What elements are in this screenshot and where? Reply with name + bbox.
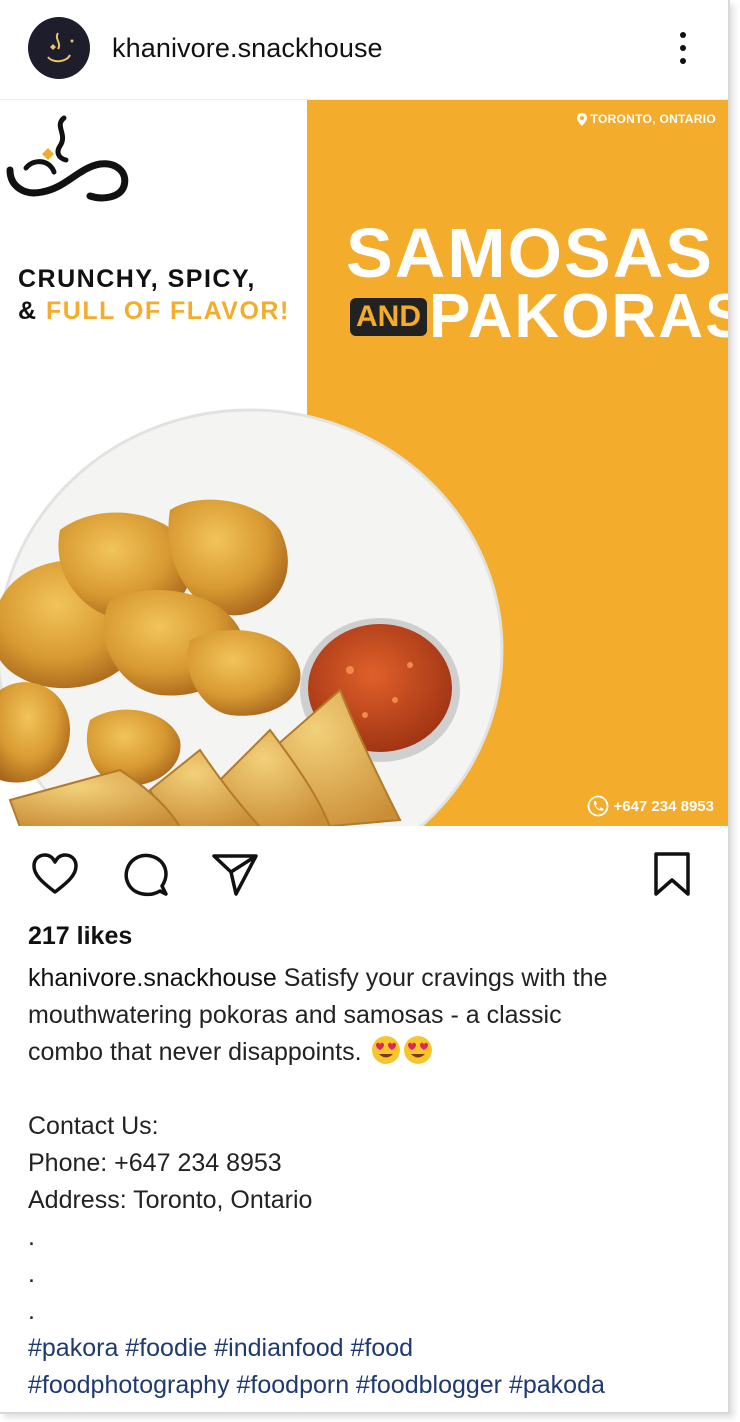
action-bar: [0, 826, 728, 918]
caption-dot: .: [28, 1223, 35, 1251]
tagline: CRUNCHY, SPICY, & FULL OF FLAVOR!: [18, 263, 290, 327]
food-plate-image: [0, 408, 504, 826]
heart-eyes-emoji-icon: [403, 1036, 432, 1064]
location-pin-icon: [576, 112, 587, 126]
and-badge: AND: [350, 298, 427, 336]
caption-dot: .: [28, 1297, 35, 1325]
title-samosas: SAMOSAS: [346, 214, 714, 292]
phone-icon: [588, 795, 609, 817]
location-text: TORONTO, ONTARIO: [590, 112, 716, 126]
hashtags-line-2[interactable]: #foodphotography #foodporn #foodblogger …: [28, 1367, 718, 1404]
hashtags-line-1[interactable]: #pakora #foodie #indianfood #food: [28, 1330, 718, 1367]
caption-text-2: mouthwatering pokoras and samosas - a cl…: [28, 1001, 562, 1029]
avatar-logo-icon: [47, 32, 74, 63]
caption-username[interactable]: khanivore.snackhouse: [28, 964, 277, 992]
location-tag: TORONTO, ONTARIO: [576, 112, 716, 126]
contact-heading: Contact Us:: [28, 1112, 159, 1140]
image-phone-text: +647 234 8953: [613, 797, 714, 815]
title-line-2: AND PAKORAS: [350, 286, 728, 348]
image-phone: +647 234 8953: [587, 795, 714, 817]
header-username[interactable]: khanivore.snackhouse: [112, 33, 383, 64]
title-pakoras: PAKORAS: [429, 282, 728, 351]
heart-icon[interactable]: [30, 850, 80, 898]
comment-icon[interactable]: [120, 850, 170, 898]
bookmark-icon[interactable]: [648, 850, 698, 898]
caption: khanivore.snackhouse Satisfy your cravin…: [28, 960, 718, 1404]
brand-logo-icon: [6, 115, 129, 202]
more-vertical-icon: [680, 32, 686, 38]
caption-text-1: Satisfy your cravings with the: [283, 964, 608, 992]
heart-eyes-emoji-icon: [371, 1036, 400, 1064]
contact-address: Address: Toronto, Ontario: [28, 1186, 313, 1214]
avatar[interactable]: [28, 17, 90, 79]
likes-count[interactable]: 217 likes: [28, 922, 132, 951]
tagline-accent: FULL OF FLAVOR!: [46, 297, 290, 325]
tagline-line1: CRUNCHY, SPICY,: [18, 265, 256, 293]
send-icon[interactable]: [210, 850, 260, 898]
post-header: khanivore.snackhouse: [0, 0, 728, 98]
tagline-line2: & FULL OF FLAVOR!: [18, 297, 290, 325]
instagram-post: khanivore.snackhouse TORONTO, ONTARIO +6…: [0, 0, 730, 1414]
more-options-button[interactable]: [670, 28, 696, 68]
caption-text-3: combo that never disappoints.: [28, 1038, 362, 1066]
post-image[interactable]: TORONTO, ONTARIO +647 234 8953 SAMOSAS A…: [0, 99, 728, 826]
caption-dot: .: [28, 1260, 35, 1288]
contact-phone: Phone: +647 234 8953: [28, 1149, 282, 1177]
